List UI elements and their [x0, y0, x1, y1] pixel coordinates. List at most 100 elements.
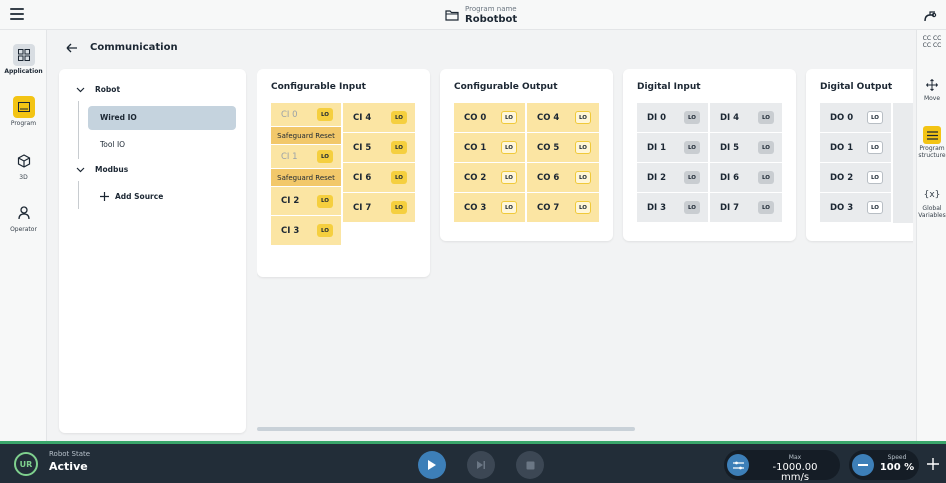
io-do-2[interactable]: DO 2 LO: [820, 163, 891, 193]
io-di-4[interactable]: DI 4 LO: [710, 103, 782, 133]
robot-state-value: Active: [49, 460, 88, 473]
io-co-7[interactable]: CO 7 LO: [527, 193, 599, 223]
lo-badge: LO: [317, 194, 333, 208]
speed-decrease-button[interactable]: [852, 454, 874, 476]
tree-item-tool-io[interactable]: Tool IO: [100, 140, 125, 149]
tree-item-wired-io[interactable]: Wired IO: [100, 113, 137, 122]
io-ci-5[interactable]: CI 5 LO: [343, 133, 415, 163]
io-ci-7[interactable]: CI 7 LO: [343, 193, 415, 223]
source-tree-panel: Robot Wired IO Tool IO Modbus Add Source: [59, 69, 246, 433]
io-label: DO 2: [830, 172, 854, 183]
play-button[interactable]: [418, 451, 446, 479]
robot-state[interactable]: Robot State Active: [49, 450, 91, 473]
max-value: -1000.00 mm/s: [772, 462, 818, 483]
tree-modbus[interactable]: Modbus: [76, 165, 128, 174]
io-ci-0[interactable]: CI 0 LO: [271, 103, 341, 127]
io-co-0[interactable]: CO 0 LO: [454, 103, 525, 133]
minus-icon: [858, 464, 868, 466]
io-di-7[interactable]: DI 7 LO: [710, 193, 782, 223]
stop-icon: [526, 461, 534, 469]
right-tool-rail: CC CC CC CC Move Program structure {x} G…: [916, 30, 946, 441]
program-icon: [12, 96, 35, 118]
lo-badge: LO: [867, 141, 883, 154]
folder-icon: [445, 10, 459, 21]
io-ci-3[interactable]: CI 3 LO: [271, 216, 341, 246]
co-column-1: CO 0 LO CO 1 LO CO 2 LO CO 3 LO: [454, 103, 525, 223]
robot-state-label: Robot State: [49, 450, 91, 458]
list-icon: [923, 126, 941, 144]
io-di-5[interactable]: DI 5 LO: [710, 133, 782, 163]
lo-badge: LO: [867, 171, 883, 184]
io-label: CO 1: [464, 142, 487, 153]
step-button[interactable]: [467, 451, 495, 479]
io-label: CO 2: [464, 172, 487, 183]
io-di-2[interactable]: DI 2 LO: [637, 163, 708, 193]
io-di-6[interactable]: DI 6 LO: [710, 163, 782, 193]
io-co-3[interactable]: CO 3 LO: [454, 193, 525, 223]
tree-robot[interactable]: Robot: [76, 85, 120, 94]
global-variables-label: Global Variables: [918, 205, 946, 219]
stop-button[interactable]: [516, 451, 544, 479]
top-bar: Program name Robotbot: [0, 0, 946, 30]
add-source-button[interactable]: Add Source: [100, 192, 163, 201]
nav-program[interactable]: Program: [0, 96, 47, 127]
io-co-1[interactable]: CO 1 LO: [454, 133, 525, 163]
io-label: CO 4: [537, 112, 560, 123]
io-di-0[interactable]: DI 0 LO: [637, 103, 708, 133]
io-ci-2[interactable]: CI 2 LO: [271, 187, 341, 216]
card-title: Configurable Output: [454, 82, 558, 92]
tool-cc[interactable]: CC CC CC CC: [917, 35, 946, 50]
lo-badge: LO: [758, 201, 774, 214]
nav-3d-label: 3D: [19, 174, 28, 181]
io-do-3[interactable]: DO 3 LO: [820, 193, 891, 223]
io-co-6[interactable]: CO 6 LO: [527, 163, 599, 193]
lo-badge: LO: [501, 171, 517, 184]
robot-arm-icon[interactable]: [922, 8, 938, 24]
io-label: CI 5: [353, 142, 372, 153]
io-di-1[interactable]: DI 1 LO: [637, 133, 708, 163]
program-structure-label: Program structure: [918, 145, 946, 159]
page-title: Communication: [90, 42, 178, 53]
io-label: DO 0: [830, 112, 854, 123]
lo-badge: LO: [575, 201, 591, 214]
bottom-status-bar: UR Robot State Active Max -1000.00 mm/s …: [0, 441, 946, 483]
tool-global-variables[interactable]: {x} Global Variables: [917, 186, 946, 220]
max-speed-control[interactable]: Max -1000.00 mm/s: [724, 450, 840, 483]
move-label: Move: [923, 95, 941, 102]
io-do-0[interactable]: DO 0 LO: [820, 103, 891, 133]
io-label: DI 0: [647, 112, 667, 123]
io-do-1[interactable]: DO 1 LO: [820, 133, 891, 163]
nav-3d[interactable]: 3D: [0, 150, 47, 181]
back-arrow-icon[interactable]: [66, 43, 78, 53]
io-label: DI 2: [647, 172, 667, 183]
speed-increase-plus-icon[interactable]: [926, 457, 940, 471]
grid-icon: [12, 44, 35, 66]
nav-application[interactable]: Application: [0, 44, 47, 75]
tool-move[interactable]: Move: [917, 76, 946, 103]
tool-program-structure[interactable]: Program structure: [917, 126, 946, 160]
horizontal-scrollbar[interactable]: [257, 427, 635, 431]
io-co-4[interactable]: CO 4 LO: [527, 103, 599, 133]
hamburger-menu-icon[interactable]: [10, 8, 24, 20]
io-di-3[interactable]: DI 3 LO: [637, 193, 708, 223]
io-label: CO 5: [537, 142, 560, 153]
ur-logo[interactable]: UR: [14, 452, 38, 476]
variables-icon: {x}: [923, 189, 941, 200]
io-ci-6[interactable]: CI 6 LO: [343, 163, 415, 193]
card-digital-output: Digital Output DO 0 LO DO 1 LO DO 2 LO DO 3…: [806, 69, 913, 241]
io-label: DI 6: [720, 172, 740, 183]
nav-operator[interactable]: Operator: [0, 202, 47, 233]
io-label: CO 0: [464, 112, 487, 123]
lo-badge: LO: [391, 141, 407, 154]
sliders-icon[interactable]: [727, 454, 749, 476]
io-co-2[interactable]: CO 2 LO: [454, 163, 525, 193]
program-name-box[interactable]: Program name Robotbot: [445, 2, 517, 28]
io-co-5[interactable]: CO 5 LO: [527, 133, 599, 163]
co-column-2: CO 4 LO CO 5 LO CO 6 LO CO 7 LO: [527, 103, 599, 223]
io-ci-1[interactable]: CI 1 LO: [271, 145, 341, 169]
io-label: DI 4: [720, 112, 740, 123]
lo-badge: LO: [501, 111, 517, 124]
io-ci-4[interactable]: CI 4 LO: [343, 103, 415, 133]
io-label: CI 1: [281, 151, 298, 162]
ci-column-2: CI 4 LO CI 5 LO CI 6 LO CI 7 LO: [343, 103, 415, 223]
